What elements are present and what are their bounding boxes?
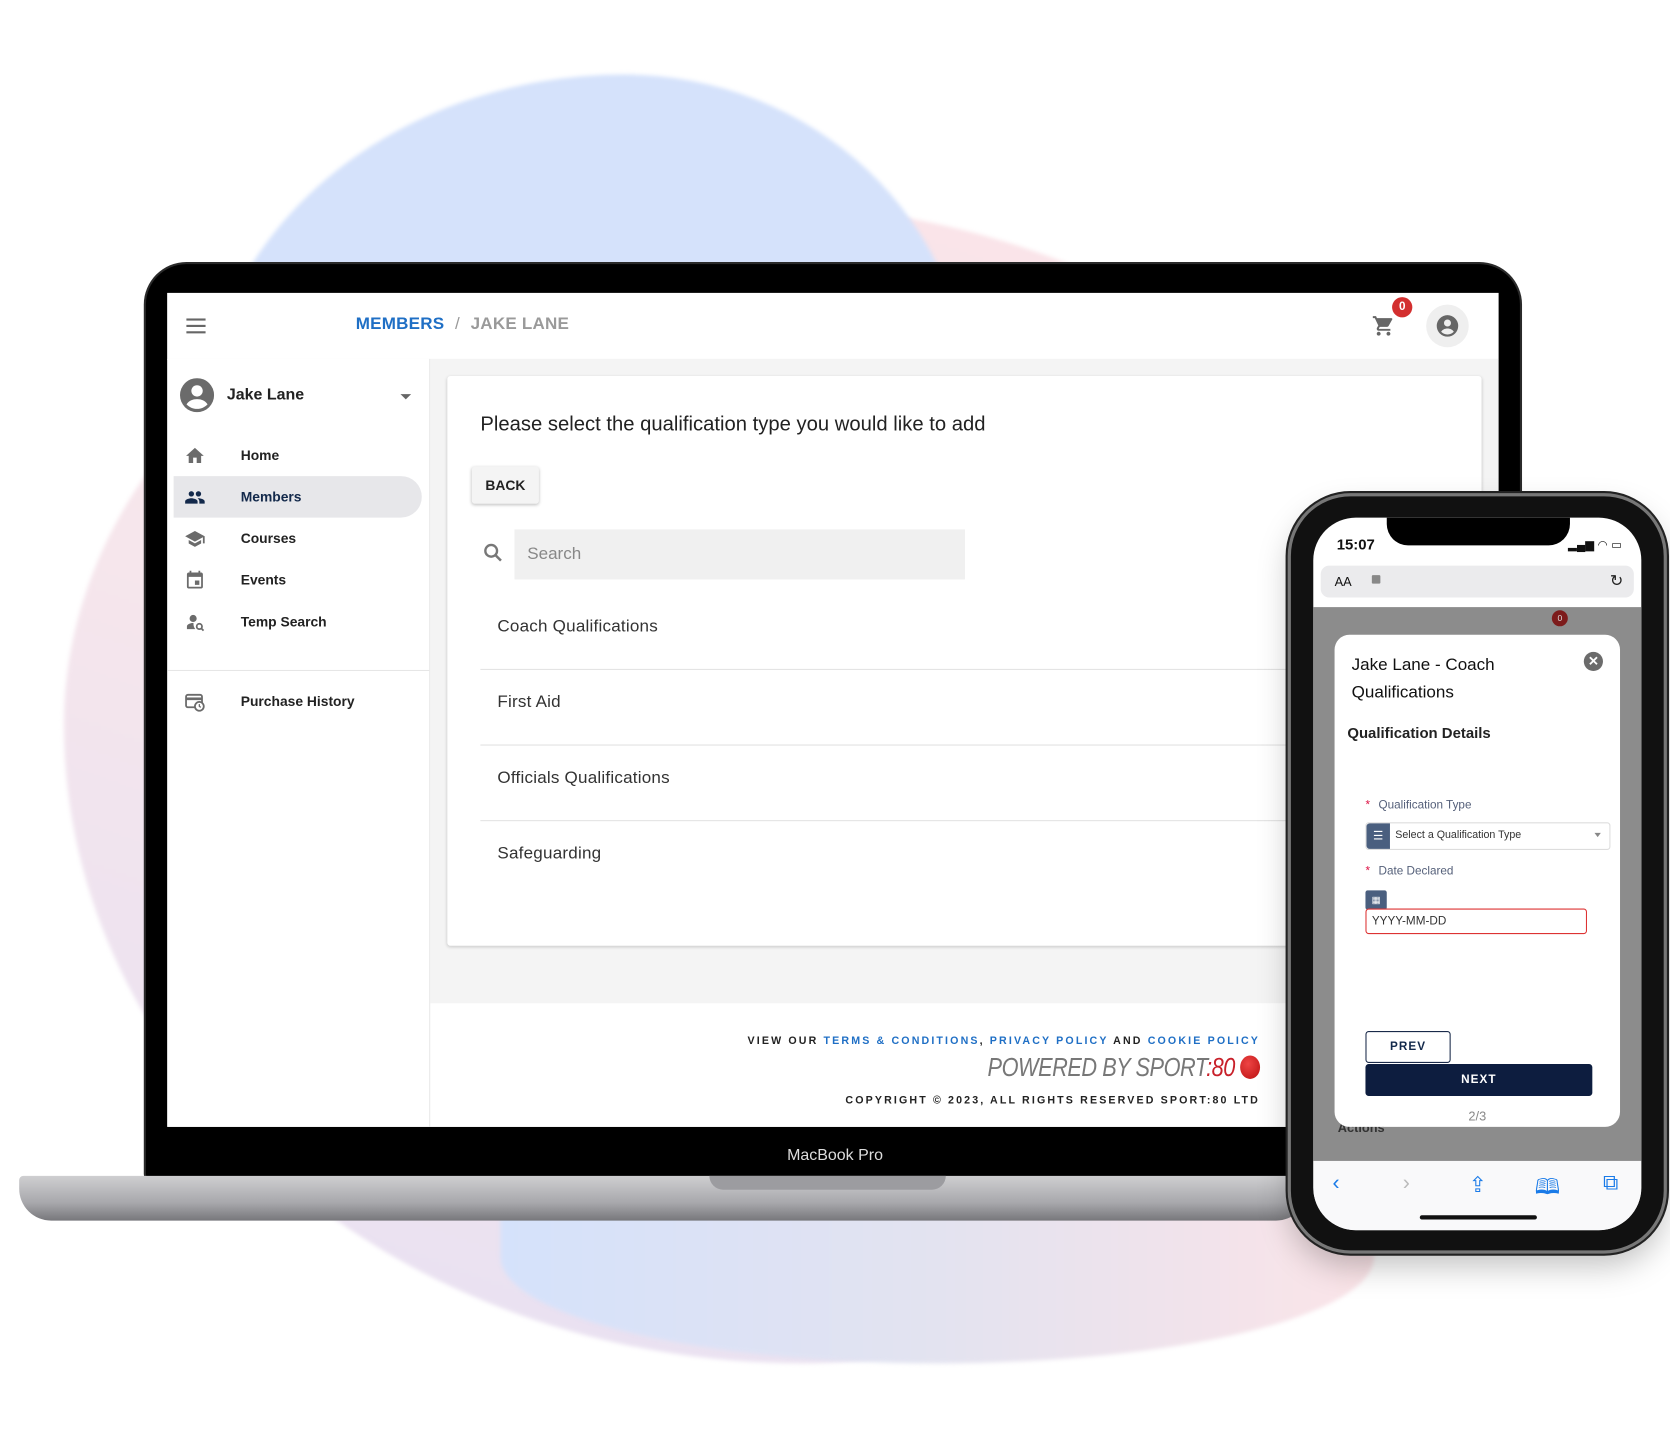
reload-icon[interactable]: ↻ [1610, 571, 1623, 590]
privacy-link[interactable]: PRIVACY POLICY [990, 1035, 1109, 1047]
sidebar-item-home[interactable]: Home [174, 435, 422, 477]
globe-logo-icon [1240, 1055, 1261, 1079]
sidebar-item-label: Purchase History [240, 693, 355, 710]
user-name: Jake Lane [226, 385, 305, 404]
text-size-button[interactable]: AA [1335, 574, 1352, 589]
account-circle-icon [1436, 315, 1459, 337]
back-button[interactable]: BACK [471, 466, 539, 504]
qualification-type-select[interactable]: ☰ Select a Qualification Type [1365, 822, 1611, 850]
footer-links: VIEW OUR TERMS & CONDITIONS, PRIVACY POL… [748, 1035, 1260, 1047]
qualification-type-label: Officials Qualifications [497, 769, 670, 788]
field-label: Date Declared [1378, 864, 1454, 878]
sidebar-item-label: Events [240, 571, 287, 588]
hamburger-menu-icon[interactable] [186, 318, 206, 334]
lock-icon [1371, 575, 1381, 584]
chevron-down-icon [400, 394, 412, 400]
search-input[interactable] [514, 529, 965, 580]
graduation-cap-icon [185, 530, 205, 547]
laptop-opening-notch [709, 1175, 946, 1190]
person-search-icon [186, 614, 205, 632]
purchase-history-icon [185, 693, 205, 712]
qualification-type-label: Coach Qualifications [497, 617, 658, 636]
sidebar-item-purchase-history[interactable]: Purchase History [174, 681, 422, 723]
sidebar-divider [167, 669, 430, 672]
breadcrumb: MEMBERS / JAKE LANE [356, 315, 569, 334]
search-icon [484, 543, 502, 562]
next-button[interactable]: NEXT [1365, 1064, 1593, 1096]
account-button[interactable] [1426, 304, 1469, 348]
add-qualification-modal: Jake Lane - Coach Qualifications ✕ Quali… [1334, 634, 1621, 1127]
date-declared-label: * Date Declared [1365, 865, 1453, 878]
terms-link[interactable]: TERMS & CONDITIONS [824, 1035, 980, 1047]
step-indicator: 2/3 [1468, 1108, 1487, 1124]
home-icon [186, 447, 204, 463]
battery-icon: ▭ [1611, 538, 1623, 552]
shopping-cart-icon[interactable] [1371, 314, 1397, 337]
status-time: 15:07 [1336, 535, 1375, 553]
cart-count-badge: 0 [1551, 610, 1568, 627]
sidebar-item-label: Temp Search [240, 613, 327, 630]
qualification-type-label: * Qualification Type [1365, 799, 1471, 812]
browser-url-bar[interactable]: AA ↻ [1320, 565, 1634, 598]
powered-by-logo: POWERED BY SPORT:80 [987, 1053, 1261, 1083]
modal-title: Jake Lane - Coach Qualifications [1351, 656, 1495, 702]
calendar-icon [186, 570, 203, 589]
qualification-type-label: First Aid [497, 693, 561, 712]
wifi-icon: ◠ [1597, 538, 1608, 552]
date-declared-input[interactable] [1365, 908, 1587, 935]
sidebar-item-members[interactable]: Members [173, 476, 422, 518]
forward-icon[interactable]: › [1403, 1172, 1410, 1196]
sidebar: Jake Lane Home Members Courses Events Te… [167, 358, 431, 1127]
powered-by-text: POWERED BY SPORT [987, 1053, 1206, 1083]
prev-button[interactable]: PREV [1365, 1031, 1451, 1063]
browser-toolbar: ‹ › ⇪ 🕮 ⧉ [1313, 1160, 1642, 1231]
sidebar-item-courses[interactable]: Courses [174, 518, 422, 560]
home-indicator [1419, 1215, 1537, 1220]
breadcrumb-current: JAKE LANE [470, 315, 570, 334]
footer-text: AND [1113, 1035, 1143, 1047]
select-value: Select a Qualification Type [1395, 829, 1522, 842]
footer-text: VIEW OUR [747, 1035, 819, 1047]
page-title: Please select the qualification type you… [480, 413, 986, 436]
back-icon[interactable]: ‹ [1332, 1172, 1339, 1196]
calendar-icon[interactable]: ▦ [1365, 890, 1387, 910]
app-header: MEMBERS / JAKE LANE 0 [167, 292, 1499, 361]
qualification-type-label: Safeguarding [497, 844, 602, 863]
field-label: Qualification Type [1378, 798, 1472, 812]
sidebar-item-label: Home [240, 447, 280, 464]
list-icon: ☰ [1366, 823, 1390, 849]
signal-icon: ▂▄▆ [1567, 538, 1595, 552]
chevron-down-icon [1594, 832, 1601, 838]
phone-screen: 15:07 ▂▄▆ ◠ ▭ AA ↻ 0 Actions Jake Lane -… [1313, 517, 1642, 1231]
required-marker: * [1365, 798, 1371, 812]
breadcrumb-members-link[interactable]: MEMBERS [356, 315, 445, 333]
laptop-base [19, 1175, 1308, 1221]
cookie-link[interactable]: COOKIE POLICY [1148, 1035, 1260, 1047]
tabs-icon[interactable]: ⧉ [1603, 1172, 1618, 1196]
sidebar-item-temp-search[interactable]: Temp Search [174, 601, 422, 643]
sidebar-item-label: Members [240, 488, 302, 505]
powered-by-brand: :80 [1205, 1053, 1235, 1083]
people-icon [185, 491, 205, 504]
required-marker: * [1365, 864, 1371, 878]
modal-subtitle: Qualification Details [1347, 724, 1491, 742]
user-menu[interactable]: Jake Lane [180, 378, 414, 416]
close-icon[interactable]: ✕ [1583, 651, 1603, 672]
footer-text: , [979, 1035, 985, 1047]
share-icon[interactable]: ⇪ [1469, 1172, 1487, 1199]
sidebar-item-events[interactable]: Events [174, 559, 422, 601]
sidebar-item-label: Courses [240, 530, 297, 547]
user-avatar-icon [180, 378, 215, 413]
phone-notch [1386, 517, 1570, 546]
status-icons: ▂▄▆ ◠ ▭ [1568, 538, 1622, 552]
breadcrumb-separator: / [454, 315, 460, 334]
copyright: COPYRIGHT © 2023, ALL RIGHTS RESERVED SP… [845, 1094, 1261, 1107]
bookmarks-icon[interactable]: 🕮 [1535, 1172, 1560, 1208]
cart-count-badge: 0 [1392, 297, 1413, 318]
